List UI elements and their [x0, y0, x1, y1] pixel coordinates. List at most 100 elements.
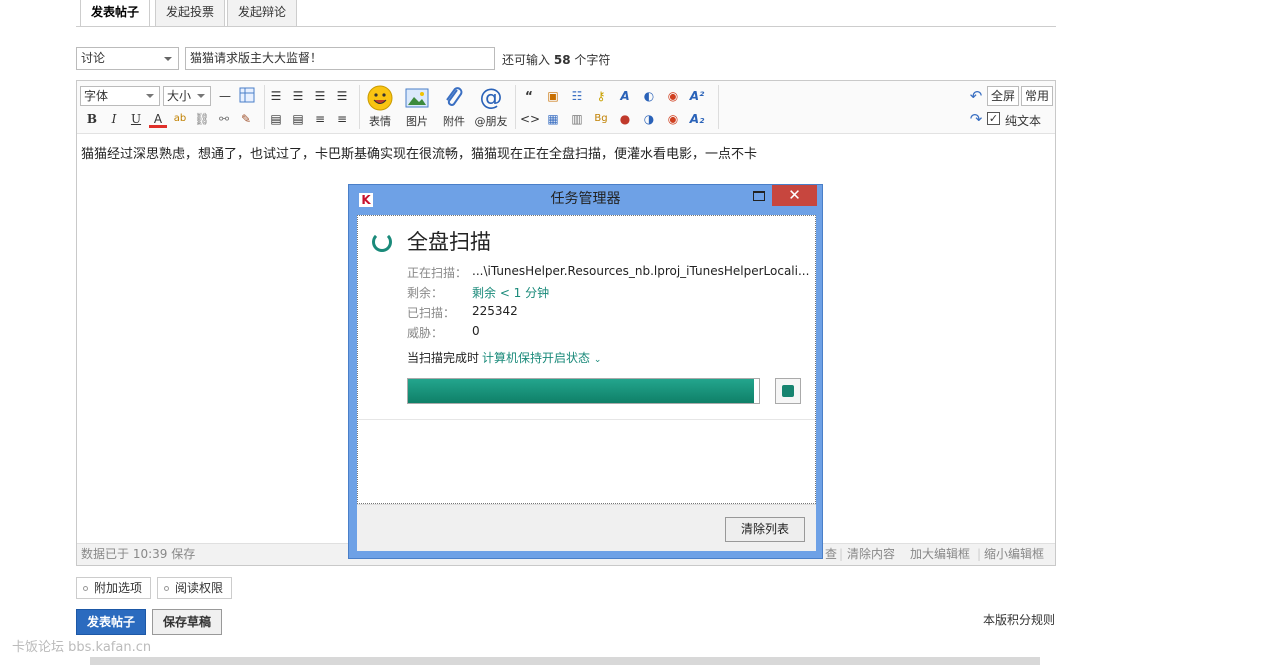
tab-new-post[interactable]: 发表帖子 [80, 0, 151, 27]
toolbar-divider [359, 85, 360, 129]
window-title: 任务管理器 [550, 191, 621, 207]
submit-post-button[interactable]: 发表帖子 [76, 609, 146, 635]
extra-options-button[interactable]: 附加选项 [76, 577, 152, 599]
quote-icon[interactable]: “ [520, 87, 538, 105]
chevron-down-icon: ⌄ [593, 355, 602, 365]
key-icon[interactable]: ⚷ [592, 87, 610, 105]
scan-progress-bar [407, 378, 760, 404]
float-right-icon[interactable]: ▤ [289, 110, 307, 128]
align-justify-icon[interactable]: ☰ [311, 87, 329, 105]
flash-icon[interactable]: ◐ [640, 87, 658, 105]
bold-icon[interactable]: B [83, 110, 101, 128]
stop-scan-button[interactable] [775, 378, 801, 404]
status-link-clear[interactable]: 清除内容 [847, 544, 895, 564]
scanned-label: 已扫描： [407, 306, 456, 320]
free-tag-icon[interactable]: ▣ [544, 87, 562, 105]
close-button[interactable]: ✕ [772, 185, 817, 206]
status-link-check[interactable]: 查 [825, 544, 837, 564]
bg-icon[interactable]: Bg [592, 110, 610, 128]
panel-divider [358, 419, 815, 420]
align-center-icon[interactable]: ☰ [289, 87, 307, 105]
task-manager-window: K 任务管理器 ✕ 全盘扫描 正在扫描： ...\iTunesHelper.Re… [348, 184, 823, 559]
maximize-icon[interactable] [753, 191, 765, 201]
remaining-suffix: 个字符 [574, 53, 611, 67]
status-link-enlarge[interactable]: 加大编辑框 [910, 544, 970, 564]
qq-icon[interactable]: ● [616, 110, 634, 128]
undo-icon[interactable]: ↶ [967, 87, 985, 105]
chevron-down-icon [164, 57, 172, 61]
editor-content[interactable]: 猫猫经过深思熟虑，想通了，也试过了，卡巴斯基确实现在很流畅，猫猫现在正在全盘扫描… [81, 143, 757, 162]
read-permission-button[interactable]: 阅读权限 [157, 577, 233, 599]
image-button[interactable]: 图片 [399, 85, 435, 129]
clear-list-button[interactable]: 清除列表 [725, 517, 805, 542]
remaining-chars: 还可输入 58 个字符 [502, 51, 610, 68]
emoji-label: 表情 [369, 115, 391, 128]
post-title-input[interactable]: 猫猫请求版主大大监督！ [185, 47, 495, 70]
plaintext-label: 纯文本 [1005, 114, 1042, 128]
scan-panel: 全盘扫描 正在扫描： ...\iTunesHelper.Resources_nb… [357, 215, 816, 504]
post-type-select[interactable]: 讨论 [76, 47, 179, 70]
table-icon[interactable] [238, 87, 256, 105]
editor-toolbar: 字体 大小 — B I U A ab ⛓ ⚯ ✎ ☰ ☰ ☰ ☰ ▤ ▤ ≡ ≡… [77, 81, 1055, 134]
list-insert-icon[interactable]: ☷ [568, 87, 586, 105]
page-icon[interactable]: ▥ [568, 110, 586, 128]
unordered-list-icon[interactable]: ≡ [333, 110, 351, 128]
align-left-icon[interactable]: ☰ [267, 87, 285, 105]
status-divider: | [977, 547, 982, 561]
font-family-select[interactable]: 字体 [80, 86, 160, 106]
mention-friend-button[interactable]: @ @朋友 [473, 85, 509, 129]
extra-options-label: 附加选项 [94, 581, 143, 595]
media-icon[interactable]: ◉ [664, 87, 682, 105]
font-size-select[interactable]: 大小 [163, 86, 211, 106]
image-label: 图片 [406, 115, 428, 128]
tabs-divider [76, 26, 1056, 27]
unlink-icon[interactable]: ⚯ [215, 110, 233, 128]
tab-new-debate[interactable]: 发起辩论 [227, 0, 298, 27]
on-finish-dropdown[interactable]: 计算机保持开启状态 ⌄ [482, 349, 601, 366]
common-button[interactable]: 常用 [1021, 86, 1054, 106]
threats-label: 威胁： [407, 326, 444, 340]
smiley-icon [367, 85, 393, 111]
float-left-icon[interactable]: ▤ [267, 110, 285, 128]
superscript-icon[interactable]: A² [688, 87, 706, 105]
redo-icon[interactable]: ↷ [967, 110, 985, 128]
attachment-button[interactable]: 附件 [436, 85, 472, 129]
chevron-down-icon [146, 94, 154, 98]
remaining-prefix: 还可输入 [502, 53, 551, 67]
circle-icon [83, 586, 88, 591]
tab-new-poll[interactable]: 发起投票 [155, 0, 226, 27]
code-icon[interactable]: <> [520, 110, 540, 128]
audio-icon[interactable]: ◑ [640, 110, 658, 128]
subscript-icon[interactable]: A₂ [688, 110, 706, 128]
read-permission-label: 阅读权限 [175, 581, 224, 595]
toolbar-divider [718, 85, 719, 129]
underline-icon[interactable]: U [127, 110, 145, 128]
text-color-icon[interactable]: A [149, 110, 167, 128]
remaining-value: 剩余 < 1 分钟 [472, 286, 550, 300]
status-link-shrink[interactable]: 缩小编辑框 [984, 544, 1044, 564]
highlight-icon[interactable]: ab [171, 110, 189, 128]
fullscreen-button[interactable]: 全屏 [987, 86, 1020, 106]
stop-icon [782, 385, 794, 397]
site-watermark: 卡饭论坛 bbs.kafan.cn [12, 640, 152, 655]
remaining-count: 58 [553, 53, 571, 67]
horizontal-rule-icon[interactable]: — [216, 87, 234, 105]
ordered-list-icon[interactable]: ≡ [311, 110, 329, 128]
on-finish-label: 当扫描完成时 [407, 351, 480, 365]
clear-format-icon[interactable]: ✎ [237, 110, 255, 128]
scan-title: 全盘扫描 [407, 230, 491, 254]
autosave-status: 数据已于 10:39 保存 [81, 547, 196, 561]
italic-icon[interactable]: I [105, 110, 123, 128]
toolbar-divider [264, 85, 265, 129]
toolbar-divider [515, 85, 516, 129]
font-style-icon[interactable]: A [616, 87, 634, 105]
frame-icon[interactable]: ▦ [544, 110, 562, 128]
align-right-icon[interactable]: ☰ [333, 87, 351, 105]
plaintext-checkbox[interactable]: ✓ [987, 112, 1000, 125]
video-icon[interactable]: ◉ [664, 110, 682, 128]
emoji-button[interactable]: 表情 [362, 85, 398, 129]
save-draft-button[interactable]: 保存草稿 [152, 609, 222, 635]
link-icon[interactable]: ⛓ [193, 110, 211, 128]
spinner-icon [372, 232, 392, 252]
points-rules-link[interactable]: 本版积分规则 [983, 611, 1055, 628]
